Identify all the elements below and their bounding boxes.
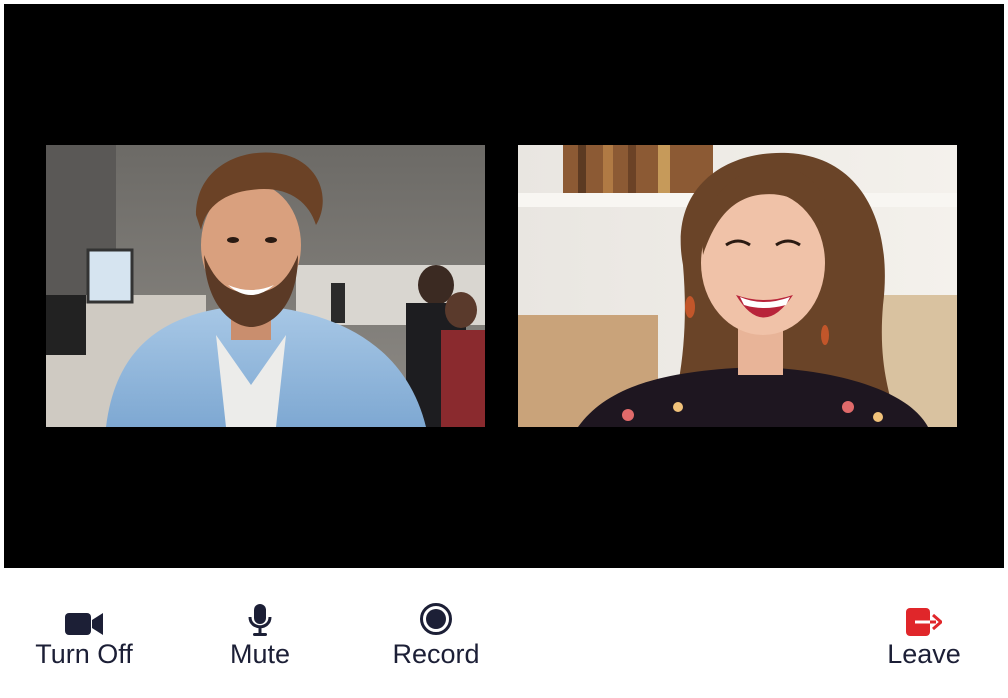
participant-video-1[interactable]: [46, 145, 485, 427]
leave-icon: [906, 602, 942, 636]
participant-2-image: [518, 145, 957, 427]
leave-button[interactable]: Leave: [882, 602, 966, 670]
participant-1-image: [46, 145, 485, 427]
video-stage: [4, 4, 1004, 568]
participant-video-2[interactable]: [518, 145, 957, 427]
record-label: Record: [392, 639, 480, 669]
turn-off-video-label: Turn Off: [35, 639, 133, 669]
mute-button[interactable]: Mute: [222, 602, 298, 670]
call-controls-toolbar: Turn Off Mute Record Leave: [0, 568, 1008, 698]
record-button[interactable]: Record: [386, 602, 486, 670]
record-icon: [419, 602, 453, 636]
video-camera-icon: [65, 602, 103, 636]
mute-label: Mute: [229, 639, 291, 669]
leave-label: Leave: [887, 639, 961, 669]
turn-off-video-button[interactable]: Turn Off: [32, 602, 136, 670]
microphone-icon: [248, 602, 272, 636]
